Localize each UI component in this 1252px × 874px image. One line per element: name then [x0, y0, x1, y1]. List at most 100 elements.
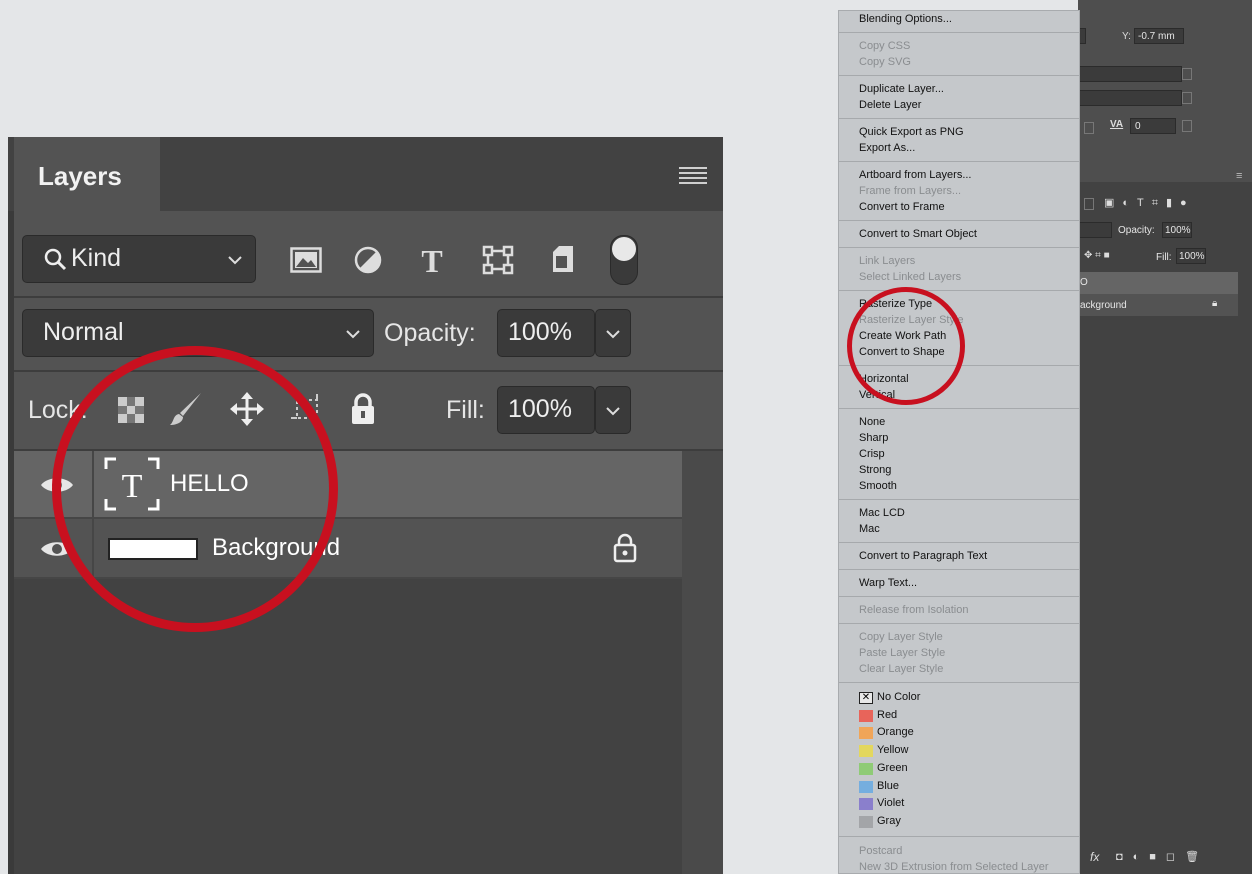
menu-item-color[interactable]: Green: [877, 762, 908, 774]
menu-item[interactable]: Delete Layer: [859, 99, 921, 111]
menu-separator: [839, 75, 1079, 76]
menu-separator: [839, 290, 1079, 291]
menu-separator: [839, 569, 1079, 570]
filter-kind-select[interactable]: Kind: [22, 235, 256, 283]
font-style-select[interactable]: [1078, 90, 1182, 106]
menu-item[interactable]: Crisp: [859, 448, 885, 460]
layer-name-small: ackground: [1080, 300, 1127, 311]
panel-menu-icon[interactable]: [679, 167, 707, 184]
menu-item[interactable]: Strong: [859, 464, 891, 476]
layer-context-menu: Blending Options... Copy CSS Copy SVG Dupli…: [838, 10, 1080, 874]
panel-menu-icon[interactable]: ≡: [1236, 170, 1242, 182]
layers-tab-label: Layers: [38, 161, 122, 191]
font-family-select[interactable]: [1078, 66, 1182, 82]
blend-mode-value: Normal: [43, 318, 124, 346]
menu-item: Paste Layer Style: [859, 647, 946, 659]
no-color-checkbox-icon: ✕: [859, 692, 873, 704]
color-swatch-icon: [859, 815, 873, 828]
type-filter-icon[interactable]: T: [418, 245, 446, 275]
blend-mode-select-small[interactable]: [1078, 222, 1112, 238]
menu-item-color[interactable]: Red: [877, 709, 897, 721]
y-label: Y:: [1122, 31, 1131, 42]
menu-item[interactable]: Blending Options...: [859, 13, 952, 25]
menu-separator: [839, 32, 1079, 33]
lock-icons-small[interactable]: ✥ ⌗ ■: [1084, 250, 1110, 261]
filter-icons[interactable]: ▣◐T⌗▮●: [1104, 196, 1195, 210]
color-swatch-icon: [859, 798, 873, 811]
menu-item-color[interactable]: Violet: [877, 797, 904, 809]
color-swatch-icon: [859, 709, 873, 722]
fill-value: 100%: [508, 395, 572, 423]
layer-row-background-small[interactable]: ackground 🔒︎: [1078, 294, 1238, 316]
menu-item[interactable]: Smooth: [859, 480, 897, 492]
menu-item: Copy CSS: [859, 40, 911, 52]
menu-item: Copy Layer Style: [859, 631, 943, 643]
menu-item[interactable]: Quick Export as PNG: [859, 126, 964, 138]
chevron-down-icon: [1182, 68, 1192, 80]
color-swatch-icon: [859, 727, 873, 740]
tracking-field[interactable]: 0: [1130, 118, 1176, 134]
lock-all-icon[interactable]: [350, 393, 376, 425]
separator: [14, 296, 723, 298]
menu-item[interactable]: Convert to Smart Object: [859, 228, 977, 240]
menu-item: Link Layers: [859, 255, 916, 267]
footer-icons[interactable]: ◘◐■◻🗑︎: [1116, 850, 1209, 863]
menu-separator: [839, 835, 1079, 837]
menu-item[interactable]: Export As...: [859, 142, 915, 154]
fill-input[interactable]: 100%: [497, 386, 595, 434]
menu-separator: [839, 682, 1079, 683]
lock-icon: [613, 533, 637, 563]
menu-item: Copy SVG: [859, 56, 911, 68]
menu-item[interactable]: Duplicate Layer...: [859, 83, 944, 95]
menu-item[interactable]: Convert to Frame: [859, 201, 945, 213]
chevron-down-icon: [228, 256, 242, 265]
menu-item-color[interactable]: No Color: [877, 691, 920, 703]
opacity-field-small[interactable]: 100%: [1162, 222, 1192, 238]
layer-name-small: O: [1080, 277, 1088, 288]
opacity-input[interactable]: 100%: [497, 309, 595, 357]
image-filter-icon[interactable]: [290, 247, 322, 273]
opacity-label-small: Opacity:: [1118, 225, 1155, 236]
properties-and-layers-panel: Y: -0.7 mm VA 0 ≡ ▣◐T⌗▮● Opacity: 100% ✥…: [1078, 0, 1252, 874]
menu-item-color[interactable]: Orange: [877, 726, 914, 738]
menu-item[interactable]: Convert to Paragraph Text: [859, 550, 987, 562]
menu-separator: [839, 161, 1079, 162]
tracking-icon: VA: [1110, 119, 1124, 130]
smart-object-filter-icon[interactable]: [550, 244, 578, 274]
shape-filter-icon[interactable]: [482, 245, 514, 275]
menu-item: Select Linked Layers: [859, 271, 962, 283]
menu-item[interactable]: Mac: [859, 523, 880, 535]
menu-separator: [839, 499, 1079, 500]
chevron-down-icon: [606, 330, 620, 339]
annotation-circle: [847, 287, 965, 405]
fx-icon[interactable]: fx: [1090, 850, 1099, 864]
menu-separator: [839, 247, 1079, 248]
menu-item[interactable]: Sharp: [859, 432, 888, 444]
y-field[interactable]: -0.7 mm: [1134, 28, 1184, 44]
fill-label-small: Fill:: [1156, 252, 1172, 263]
menu-item: Release from Isolation: [859, 604, 969, 616]
fill-field-small[interactable]: 100%: [1176, 248, 1206, 264]
menu-item[interactable]: Warp Text...: [859, 577, 917, 589]
annotation-circle: [52, 346, 338, 632]
svg-text:T: T: [421, 245, 442, 275]
menu-item-color[interactable]: Blue: [877, 780, 899, 792]
chevron-down-icon: [1182, 92, 1192, 104]
opacity-label: Opacity:: [384, 319, 476, 347]
fill-label: Fill:: [446, 396, 485, 424]
menu-item[interactable]: None: [859, 416, 885, 428]
color-swatch-icon: [859, 762, 873, 775]
layer-row-hello-small[interactable]: O: [1078, 272, 1238, 294]
menu-item-color[interactable]: Gray: [877, 815, 901, 827]
adjustment-filter-icon[interactable]: [354, 246, 382, 274]
lock-icon: 🔒︎: [1212, 298, 1218, 309]
layers-tab[interactable]: Layers: [14, 137, 160, 211]
filter-toggle-switch[interactable]: [610, 235, 638, 285]
menu-item[interactable]: Artboard from Layers...: [859, 169, 972, 181]
menu-item-color[interactable]: Yellow: [877, 744, 908, 756]
fill-dropdown-button[interactable]: [595, 386, 631, 434]
menu-item[interactable]: Mac LCD: [859, 507, 905, 519]
chevron-down-icon: [1084, 198, 1094, 210]
opacity-dropdown-button[interactable]: [595, 309, 631, 357]
layers-scrollbar[interactable]: [682, 451, 723, 874]
